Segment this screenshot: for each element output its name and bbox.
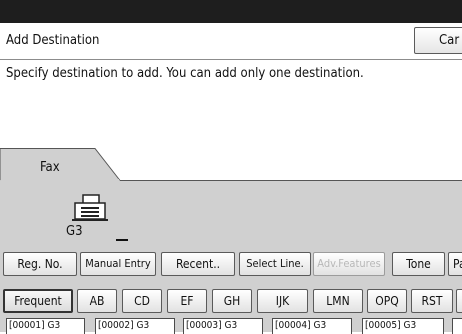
recent-ellipsis: .. xyxy=(213,257,221,271)
adv-features-button[interactable]: Adv.Features xyxy=(313,252,385,276)
index-tab-ijk[interactable]: IJK xyxy=(257,289,308,313)
fax-machine-icon xyxy=(72,194,108,222)
pause-button[interactable]: Pa xyxy=(448,252,462,276)
tone-button[interactable]: Tone xyxy=(392,252,445,276)
top-status-bar xyxy=(0,0,462,23)
cancel-button[interactable]: Car xyxy=(414,27,462,54)
reg-no-button[interactable]: Reg. No. xyxy=(3,252,77,276)
manual-entry-button[interactable]: Manual Entry xyxy=(80,252,156,276)
tab-fax[interactable] xyxy=(0,148,124,181)
input-cursor xyxy=(116,239,128,241)
fax-mode-label: G3 xyxy=(66,224,83,239)
recent-button[interactable]: Recent.. xyxy=(161,252,235,276)
index-tab-ef[interactable]: EF xyxy=(167,289,207,313)
instruction-text: Specify destination to add. You can add … xyxy=(6,66,364,81)
select-line-button[interactable]: Select Line. xyxy=(239,252,311,276)
select-line-label: Select Line xyxy=(246,257,301,270)
index-tab-gh[interactable]: GH xyxy=(212,289,252,313)
index-tab-next[interactable] xyxy=(456,289,462,313)
page-title: Add Destination xyxy=(6,33,100,48)
select-line-ellipsis: . xyxy=(300,257,304,270)
tab-fax-label: Fax xyxy=(40,160,60,175)
recent-button-label: Recent xyxy=(175,257,214,271)
index-tab-lmn[interactable]: LMN xyxy=(313,289,363,313)
index-tab-rst[interactable]: RST xyxy=(411,289,453,313)
index-tab-cd[interactable]: CD xyxy=(122,289,162,313)
index-tab-opq[interactable]: OPQ xyxy=(367,289,407,313)
index-tab-frequent[interactable]: Frequent xyxy=(3,289,73,313)
index-tab-ab[interactable]: AB xyxy=(77,289,117,313)
